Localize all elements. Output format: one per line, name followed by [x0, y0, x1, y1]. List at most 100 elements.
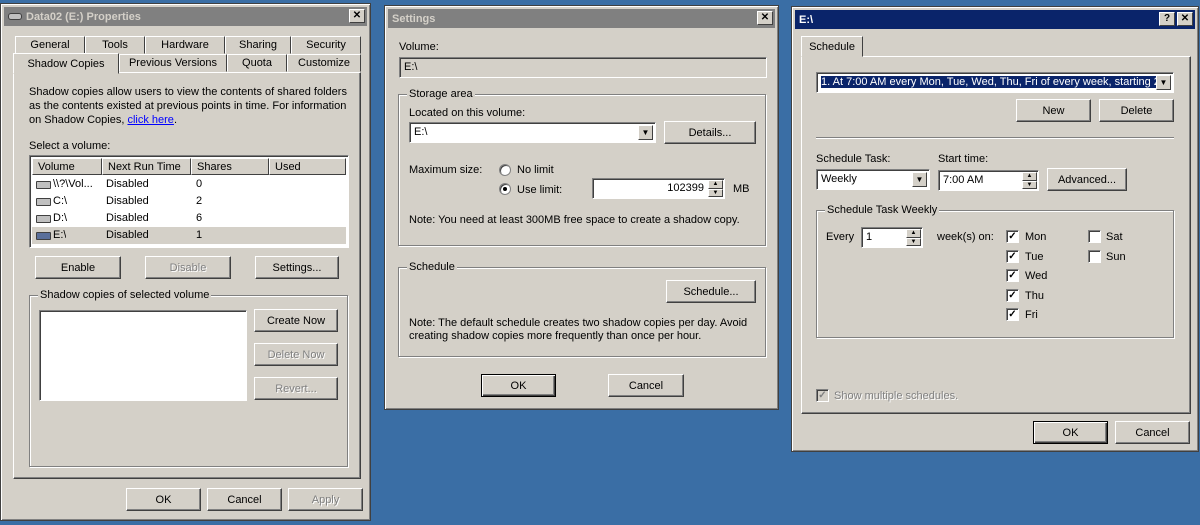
schedule-note-line2: creating shadow copies more frequently t…	[409, 330, 702, 342]
volume-field: E:\	[399, 57, 767, 78]
every-label: Every	[826, 231, 855, 243]
schedule-list-select[interactable]: 1. At 7:00 AM every Mon, Tue, Wed, Thu, …	[816, 72, 1174, 93]
every-input[interactable]: 1 ▲ ▼	[861, 227, 923, 248]
table-row-selected[interactable]: E:\ Disabled 1	[32, 227, 346, 244]
ok-button[interactable]: OK	[481, 374, 556, 397]
ok-button[interactable]: OK	[1033, 421, 1108, 444]
every-spinner[interactable]: ▲ ▼	[906, 229, 921, 246]
mon-label: Mon	[1025, 231, 1047, 243]
advanced-button[interactable]: Advanced...	[1047, 168, 1127, 191]
sat-checkbox[interactable]	[1088, 230, 1101, 243]
next-run-cell: Disabled	[106, 212, 149, 224]
thu-checkbox[interactable]: ✓	[1006, 289, 1019, 302]
schedule-task-select[interactable]: Weekly ▼	[816, 169, 930, 190]
table-row[interactable]: C:\ Disabled 2	[32, 193, 346, 210]
located-volume-select[interactable]: E:\ ▼	[409, 122, 656, 143]
schedule-note-line1: Note: The default schedule creates two s…	[409, 317, 748, 329]
tab-label: Shadow Copies	[27, 57, 105, 70]
shadow-copies-group-title: Shadow copies of selected volume	[38, 289, 212, 301]
start-time-spinner[interactable]: ▲ ▼	[1022, 172, 1037, 189]
chevron-down-icon[interactable]: ▼	[1156, 75, 1171, 90]
tab-label: General	[30, 39, 70, 51]
apply-button[interactable]: Apply	[288, 488, 363, 511]
create-now-button[interactable]: Create Now	[254, 309, 338, 332]
enable-button[interactable]: Enable	[35, 256, 121, 279]
cancel-button[interactable]: Cancel	[1115, 421, 1190, 444]
sun-checkbox[interactable]	[1088, 250, 1101, 263]
volume-cell: \\?\Vol...	[53, 178, 93, 190]
sat-label: Sat	[1106, 231, 1123, 243]
settings-button[interactable]: Settings...	[255, 256, 339, 279]
tab-customize[interactable]: Customize	[287, 54, 361, 72]
tab-label: Customize	[298, 57, 350, 69]
ok-button[interactable]: OK	[126, 488, 201, 511]
close-icon[interactable]: ✕	[757, 11, 773, 25]
mb-label: MB	[733, 183, 750, 195]
no-limit-radio[interactable]	[499, 164, 511, 176]
tab-label: Previous Versions	[128, 57, 218, 69]
tab-quota[interactable]: Quota	[227, 54, 287, 72]
next-run-cell: Disabled	[106, 229, 149, 241]
volume-cell: C:\	[53, 195, 68, 207]
cancel-button[interactable]: Cancel	[608, 374, 684, 397]
tab-general[interactable]: General	[15, 36, 85, 54]
settings-window: Settings ✕ Volume: E:\ Storage area Loca…	[384, 5, 779, 410]
located-value: E:\	[414, 126, 428, 138]
tab-shadow-copies[interactable]: Shadow Copies	[13, 53, 119, 74]
tue-checkbox[interactable]: ✓	[1006, 250, 1019, 263]
mon-checkbox[interactable]: ✓	[1006, 230, 1019, 243]
storage-area-title: Storage area	[407, 88, 475, 100]
column-used[interactable]: Used	[269, 158, 346, 175]
drive-icon	[36, 215, 51, 223]
help-icon[interactable]: ?	[1159, 12, 1175, 26]
close-icon[interactable]: ✕	[349, 9, 365, 23]
tab-schedule[interactable]: Schedule	[801, 36, 863, 57]
schedule-titlebar[interactable]: E:\ ? ✕	[795, 10, 1195, 29]
weeks-on-label: week(s) on:	[937, 231, 994, 243]
close-icon[interactable]: ✕	[1177, 12, 1193, 26]
separator	[816, 137, 1174, 139]
fri-label: Fri	[1025, 309, 1038, 321]
limit-input[interactable]: 102399 ▲ ▼	[592, 178, 725, 199]
details-button[interactable]: Details...	[664, 121, 756, 144]
delete-button[interactable]: Delete	[1099, 99, 1174, 122]
shares-cell: 1	[196, 229, 203, 241]
table-row[interactable]: \\?\Vol... Disabled 0	[32, 176, 346, 193]
tab-sharing[interactable]: Sharing	[225, 36, 291, 54]
column-volume[interactable]: Volume	[32, 158, 102, 175]
limit-value: 102399	[667, 182, 704, 194]
disable-button[interactable]: Disable	[145, 256, 231, 279]
chevron-down-icon[interactable]: ▼	[638, 125, 653, 140]
click-here-link[interactable]: click here	[127, 114, 173, 126]
show-multiple-checkbox[interactable]: ✓	[816, 389, 829, 402]
column-shares[interactable]: Shares	[191, 158, 269, 175]
settings-titlebar[interactable]: Settings ✕	[388, 9, 775, 28]
volume-list[interactable]: Volume Next Run Time Shares Used \\?\Vol…	[29, 155, 349, 248]
schedule-button[interactable]: Schedule...	[666, 280, 756, 303]
schedule-group-title: Schedule	[407, 261, 457, 273]
chevron-down-icon[interactable]: ▼	[912, 172, 927, 187]
tab-security[interactable]: Security	[291, 36, 361, 54]
delete-now-button[interactable]: Delete Now	[254, 343, 338, 366]
volume-cell: E:\	[53, 229, 67, 241]
fri-checkbox[interactable]: ✓	[1006, 308, 1019, 321]
description: Shadow copies allow users to view the co…	[29, 86, 347, 126]
volume-cell: D:\	[53, 212, 68, 224]
limit-spinner[interactable]: ▲ ▼	[708, 180, 723, 197]
shadow-copies-list[interactable]	[39, 310, 247, 401]
new-button[interactable]: New	[1016, 99, 1091, 122]
wed-checkbox[interactable]: ✓	[1006, 269, 1019, 282]
tab-label: Sharing	[239, 39, 277, 51]
table-row[interactable]: D:\ Disabled 6	[32, 210, 346, 227]
properties-titlebar[interactable]: Data02 (E:) Properties ✕	[4, 7, 367, 26]
tab-hardware[interactable]: Hardware	[145, 36, 225, 54]
start-time-input[interactable]: 7:00 AM ▲ ▼	[938, 170, 1039, 191]
tab-label: Schedule	[809, 40, 855, 53]
tab-tools[interactable]: Tools	[85, 36, 145, 54]
next-run-cell: Disabled	[106, 178, 149, 190]
cancel-button[interactable]: Cancel	[207, 488, 282, 511]
tab-previous-versions[interactable]: Previous Versions	[119, 54, 227, 72]
use-limit-radio[interactable]	[499, 183, 511, 195]
revert-button[interactable]: Revert...	[254, 377, 338, 400]
column-next-run-time[interactable]: Next Run Time	[102, 158, 191, 175]
